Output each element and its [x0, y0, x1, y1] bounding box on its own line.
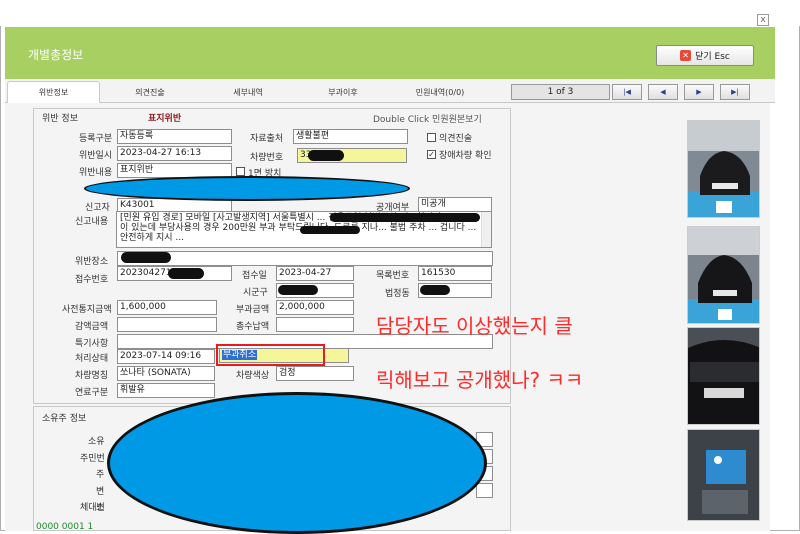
process-status-label: 처리상태: [75, 354, 109, 364]
next-page-button[interactable]: ▶: [684, 84, 714, 100]
opinion-checkbox[interactable]: [427, 133, 436, 142]
redaction-blob-owner: [107, 392, 487, 534]
redaction-blob-reporter: [84, 176, 410, 201]
violation-datetime-label: 위반일시: [79, 151, 113, 161]
car-color-field[interactable]: 검정: [276, 366, 354, 381]
violation-place-field[interactable]: [117, 251, 493, 266]
annotation-text-line2: 릭해보고 공개했나? ㅋㅋ: [376, 368, 584, 392]
disabled-vehicle-checkbox[interactable]: ✓: [427, 150, 436, 159]
car-color-label: 차량색상: [236, 371, 270, 381]
data-source-field[interactable]: 생활불편: [293, 129, 408, 144]
sigungu-redaction: [278, 285, 318, 295]
levy-amount-label: 부과금액: [236, 305, 270, 315]
photo-thumbnail-3[interactable]: [687, 327, 760, 425]
data-source-label: 자료출처: [250, 134, 284, 144]
annotation-red-box: [216, 344, 325, 366]
receipt-redaction: [168, 268, 204, 279]
levy-amount-field[interactable]: 2,000,000: [276, 300, 354, 315]
register-type-label: 등록구분: [79, 134, 113, 144]
close-button-label: 닫기 Esc: [695, 52, 730, 62]
last-page-button[interactable]: ▶|: [720, 84, 750, 100]
report-redaction-2: [300, 226, 360, 234]
annotation-text-line1: 담당자도 이상했는지 클: [376, 314, 573, 338]
violation-content-label: 위반내용: [79, 168, 113, 178]
pre-notice-field[interactable]: 1,600,000: [117, 300, 217, 315]
process-date-field[interactable]: 2023-07-14 09:16: [117, 349, 215, 364]
total-paid-label: 총수납액: [236, 322, 270, 332]
window-close-icon[interactable]: x: [757, 14, 769, 26]
owner-field-3[interactable]: [476, 483, 493, 498]
first-page-button[interactable]: |◀: [612, 84, 642, 100]
car-photo-icon-2: [688, 227, 759, 323]
register-type-field[interactable]: 자동등록: [117, 129, 232, 144]
dong-redaction: [420, 285, 450, 295]
fuel-label: 연료구분: [75, 388, 109, 398]
photo-thumbnail-4[interactable]: [687, 429, 760, 521]
owner-label-5: 체대번: [80, 503, 105, 513]
sigungu-label: 시군구: [243, 288, 268, 298]
vehicle-no-label: 차량번호: [250, 153, 284, 163]
dong-label: 법정동: [385, 289, 410, 299]
tab-complaints[interactable]: 민원내역(0/0): [400, 83, 480, 103]
reduced-amount-label: 감액금액: [75, 322, 109, 332]
special-notes-label: 특기사항: [75, 339, 109, 349]
car-photo-icon-3: [688, 328, 759, 424]
photo-thumbnail-1[interactable]: [687, 120, 760, 218]
double-click-hint: Double Click 민원원본보기: [373, 115, 482, 125]
violation-place-label: 위반장소: [75, 257, 109, 267]
tab-after-levy[interactable]: 부과이후: [303, 83, 383, 103]
car-model-field[interactable]: 쏘나타 (SONATA): [117, 366, 215, 381]
close-icon: ✕: [680, 50, 692, 61]
tab-opinion[interactable]: 의견진술: [110, 83, 190, 103]
owner-label-0: 소유: [88, 437, 105, 447]
vehicle-no-redaction: [308, 150, 344, 161]
photo-thumbnail-2[interactable]: [687, 226, 760, 324]
place-redaction: [121, 252, 171, 263]
receipt-date-label: 접수일: [242, 271, 267, 281]
violation-datetime-field[interactable]: 2023-04-27 16:13: [117, 146, 232, 161]
tab-details[interactable]: 세부내역: [208, 83, 288, 103]
violation-type-badge: 표지위반: [148, 114, 182, 124]
car-photo-icon-1: [688, 121, 759, 217]
disabled-sign-photo-icon: [688, 430, 759, 520]
prev-page-button[interactable]: ◀: [648, 84, 678, 100]
window-titlebar: [0, 0, 800, 26]
report-content-label: 신고내용: [75, 217, 109, 227]
pager-display: 1 of 3: [511, 84, 610, 100]
disabled-vehicle-label: 장애차량 확인: [439, 151, 492, 161]
fuel-field[interactable]: 휘발유: [117, 383, 215, 398]
owner-label-3: 변: [96, 487, 105, 497]
list-no-label: 목록번호: [376, 271, 410, 281]
receipt-date-field[interactable]: 2023-04-27: [276, 266, 354, 281]
close-button[interactable]: ✕ 닫기 Esc: [656, 45, 754, 66]
report-redaction-1: [330, 213, 480, 222]
violation-section-title: 위반 정보: [42, 114, 78, 124]
pre-notice-label: 사전통지금액: [62, 305, 112, 315]
reduced-amount-field[interactable]: [117, 317, 217, 332]
car-model-label: 차량명칭: [75, 371, 109, 381]
report-content-scrollbar[interactable]: [481, 212, 491, 247]
owner-label-2: 주: [96, 470, 105, 480]
list-no-field[interactable]: 161530: [418, 266, 492, 281]
total-paid-field[interactable]: [276, 317, 354, 332]
disclosure-field[interactable]: 미공개: [418, 197, 492, 212]
page-title: 개별총정보: [28, 48, 84, 62]
opinion-checkbox-label: 의견진술: [439, 134, 473, 144]
owner-section-title: 소유주 정보: [42, 414, 87, 424]
receipt-no-label: 접수번호: [75, 275, 109, 285]
owner-label-1: 주민번: [80, 454, 105, 464]
one-hour-checkbox[interactable]: [236, 167, 245, 176]
tab-violation-info[interactable]: 위반정보: [7, 83, 100, 103]
reporter-label: 신고자: [85, 203, 110, 213]
